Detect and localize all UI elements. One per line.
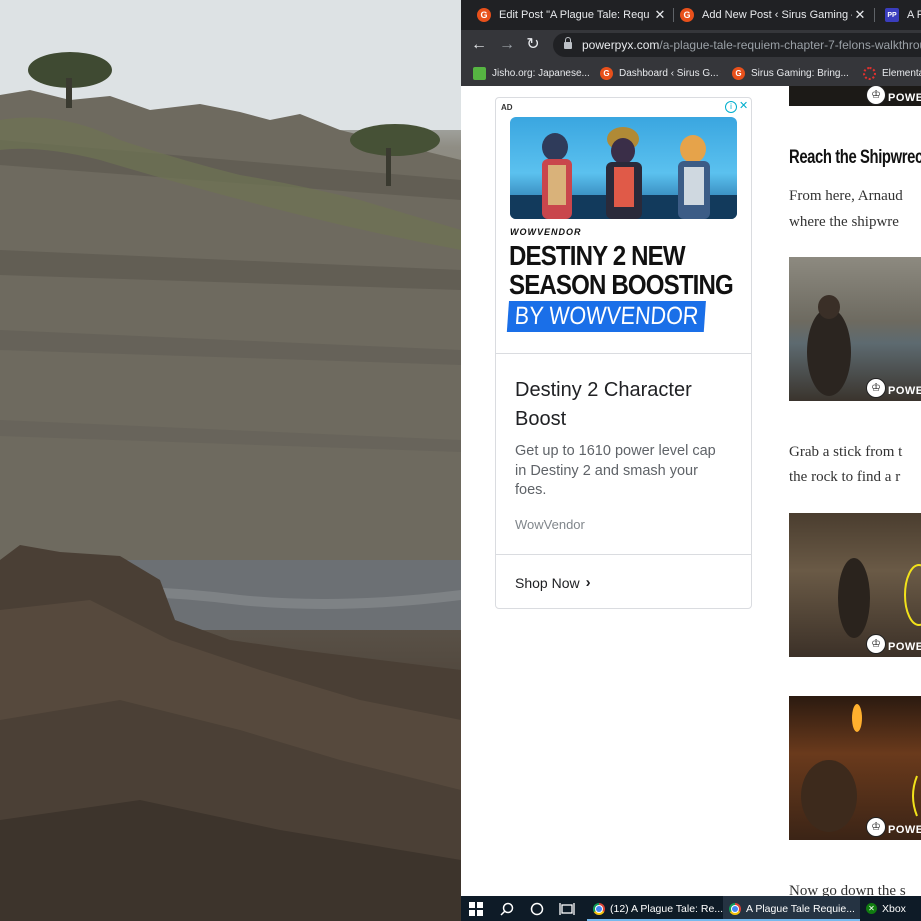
game-screenshot bbox=[0, 0, 461, 921]
bookmark-sirus-gaming[interactable]: G Sirus Gaming: Bring... bbox=[732, 60, 849, 86]
chevron-right-icon: › bbox=[585, 574, 591, 591]
article-image: ♔ POWER bbox=[789, 696, 921, 840]
taskbar-app-label: A Plague Tale Requie... bbox=[746, 902, 855, 915]
ad-label: AD bbox=[501, 103, 513, 112]
jisho-icon bbox=[473, 66, 486, 80]
chrome-icon bbox=[729, 902, 741, 915]
cliff-scene bbox=[0, 0, 461, 921]
ad-artwork bbox=[510, 117, 737, 219]
bookmark-jisho[interactable]: Jisho.org: Japanese... bbox=[473, 60, 590, 86]
url-domain: powerpyx.com bbox=[582, 38, 660, 52]
paragraph-line: where the shipwre bbox=[789, 214, 899, 230]
ad-description: Get up to 1610 power level cap in Destin… bbox=[515, 443, 716, 498]
search-icon[interactable] bbox=[497, 899, 517, 919]
destiny-guardians-art bbox=[510, 127, 737, 219]
watermark: POWER bbox=[888, 92, 921, 104]
divider bbox=[496, 554, 751, 555]
lock-icon bbox=[564, 36, 572, 49]
g-logo-icon: G bbox=[680, 8, 694, 22]
taskbar-app-label: Xbox bbox=[882, 902, 906, 915]
tab-title: A P bbox=[907, 9, 921, 21]
divider bbox=[496, 353, 751, 354]
tab-active-powerpyx[interactable]: PP A P bbox=[885, 0, 921, 30]
browser-toolbar: ← → ↻ powerpyx.com/a-plague-tale-requiem… bbox=[461, 30, 921, 60]
bookmark-elementor[interactable]: Elementa bbox=[863, 60, 921, 86]
g-logo-icon: G bbox=[732, 66, 745, 80]
windows-start-icon[interactable] bbox=[466, 899, 486, 919]
chrome-icon bbox=[593, 902, 605, 915]
page-content: WOWVENDOR DESTINY 2 NEW SEASON BOOSTING … bbox=[461, 86, 921, 896]
ad-banner-image[interactable]: WOWVENDOR DESTINY 2 NEW SEASON BOOSTING … bbox=[496, 98, 751, 353]
paragraph-line: Grab a stick from t bbox=[789, 444, 903, 460]
reload-button[interactable]: ↻ bbox=[523, 35, 543, 55]
bookmark-dashboard[interactable]: G Dashboard ‹ Sirus G... bbox=[600, 60, 718, 86]
url-path: /a-plague-tale-requiem-chapter-7-felons-… bbox=[659, 38, 921, 52]
shop-now-button[interactable]: Shop Now › bbox=[515, 574, 591, 591]
task-view-icon[interactable] bbox=[557, 899, 577, 919]
xbox-icon: ✕ bbox=[866, 903, 877, 914]
watermark: POWER bbox=[888, 641, 921, 653]
watermark: POWER bbox=[888, 385, 921, 397]
article-image: ♔ POWER bbox=[789, 513, 921, 657]
ad-title[interactable]: Destiny 2 Character Boost bbox=[515, 376, 735, 434]
tab-separator bbox=[874, 8, 875, 22]
trophy-icon: ♔ bbox=[866, 634, 886, 654]
tab-edit-post[interactable]: G Edit Post "A Plague Tale: Requiem ✕ bbox=[477, 0, 673, 30]
bookmark-label: Jisho.org: Japanese... bbox=[492, 67, 590, 79]
g-logo-icon: G bbox=[477, 8, 491, 22]
back-button[interactable]: ← bbox=[469, 35, 489, 55]
tab-title: Add New Post ‹ Sirus Gaming — bbox=[702, 9, 852, 21]
g-logo-icon: G bbox=[600, 66, 613, 80]
paragraph-line: From here, Arnaud bbox=[789, 188, 903, 204]
url-text: powerpyx.com/a-plague-tale-requiem-chapt… bbox=[582, 38, 921, 52]
tab-title: Edit Post "A Plague Tale: Requiem bbox=[499, 9, 649, 21]
taskbar-app-xbox[interactable]: ✕ Xbox bbox=[860, 896, 921, 921]
ad-tagline: BY WOWVENDOR bbox=[506, 301, 707, 332]
section-heading: Reach the Shipwreck bbox=[789, 147, 921, 168]
wowvendor-logo: WOWVENDOR bbox=[510, 227, 582, 237]
torch-scene bbox=[801, 704, 918, 832]
watermark: POWER bbox=[888, 824, 921, 836]
rock-scene bbox=[838, 558, 921, 638]
trophy-icon: ♔ bbox=[866, 817, 886, 837]
windows-taskbar: (12) A Plague Tale: Re... A Plague Tale … bbox=[461, 896, 921, 921]
ad-close-icon[interactable]: ✕ bbox=[739, 100, 748, 112]
elementor-icon bbox=[863, 66, 876, 80]
ad-info-icon[interactable]: i bbox=[725, 101, 737, 113]
cortana-icon[interactable] bbox=[527, 899, 547, 919]
cta-label: Shop Now bbox=[515, 574, 580, 591]
article-image: ♔ POWER bbox=[789, 257, 921, 401]
taskbar-app-chrome-1[interactable]: (12) A Plague Tale: Re... bbox=[587, 896, 724, 921]
taskbar-app-label: (12) A Plague Tale: Re... bbox=[610, 902, 724, 915]
trophy-icon: ♔ bbox=[866, 378, 886, 398]
bookmark-label: Dashboard ‹ Sirus G... bbox=[619, 67, 719, 79]
address-bar[interactable]: powerpyx.com/a-plague-tale-requiem-chapt… bbox=[553, 33, 921, 57]
bookmark-label: Elementa bbox=[882, 67, 921, 79]
ad-seller: WowVendor bbox=[515, 517, 585, 532]
bookmarks-bar: Jisho.org: Japanese... G Dashboard ‹ Sir… bbox=[461, 60, 921, 86]
taskbar-app-chrome-2[interactable]: A Plague Tale Requie... bbox=[723, 896, 860, 921]
paragraph-line: Now go down the s bbox=[789, 883, 906, 896]
pp-logo-icon: PP bbox=[885, 8, 899, 22]
ad-unit[interactable]: WOWVENDOR DESTINY 2 NEW SEASON BOOSTING … bbox=[495, 97, 752, 609]
close-icon[interactable]: ✕ bbox=[653, 8, 667, 22]
article-image: ♔ POWER bbox=[789, 86, 921, 106]
shipwreck-scene bbox=[807, 295, 851, 396]
tab-strip: G Edit Post "A Plague Tale: Requiem ✕ G … bbox=[461, 0, 921, 30]
tab-separator bbox=[673, 8, 674, 22]
bookmark-label: Sirus Gaming: Bring... bbox=[751, 67, 849, 79]
paragraph-line: the rock to find a r bbox=[789, 469, 901, 485]
tab-add-new-post[interactable]: G Add New Post ‹ Sirus Gaming — ✕ bbox=[680, 0, 873, 30]
browser-window: G Edit Post "A Plague Tale: Requiem ✕ G … bbox=[461, 0, 921, 896]
trophy-icon: ♔ bbox=[866, 86, 886, 105]
forward-button[interactable]: → bbox=[497, 35, 517, 55]
ad-headline: DESTINY 2 NEW SEASON BOOSTING bbox=[509, 240, 734, 300]
close-icon[interactable]: ✕ bbox=[853, 8, 867, 22]
